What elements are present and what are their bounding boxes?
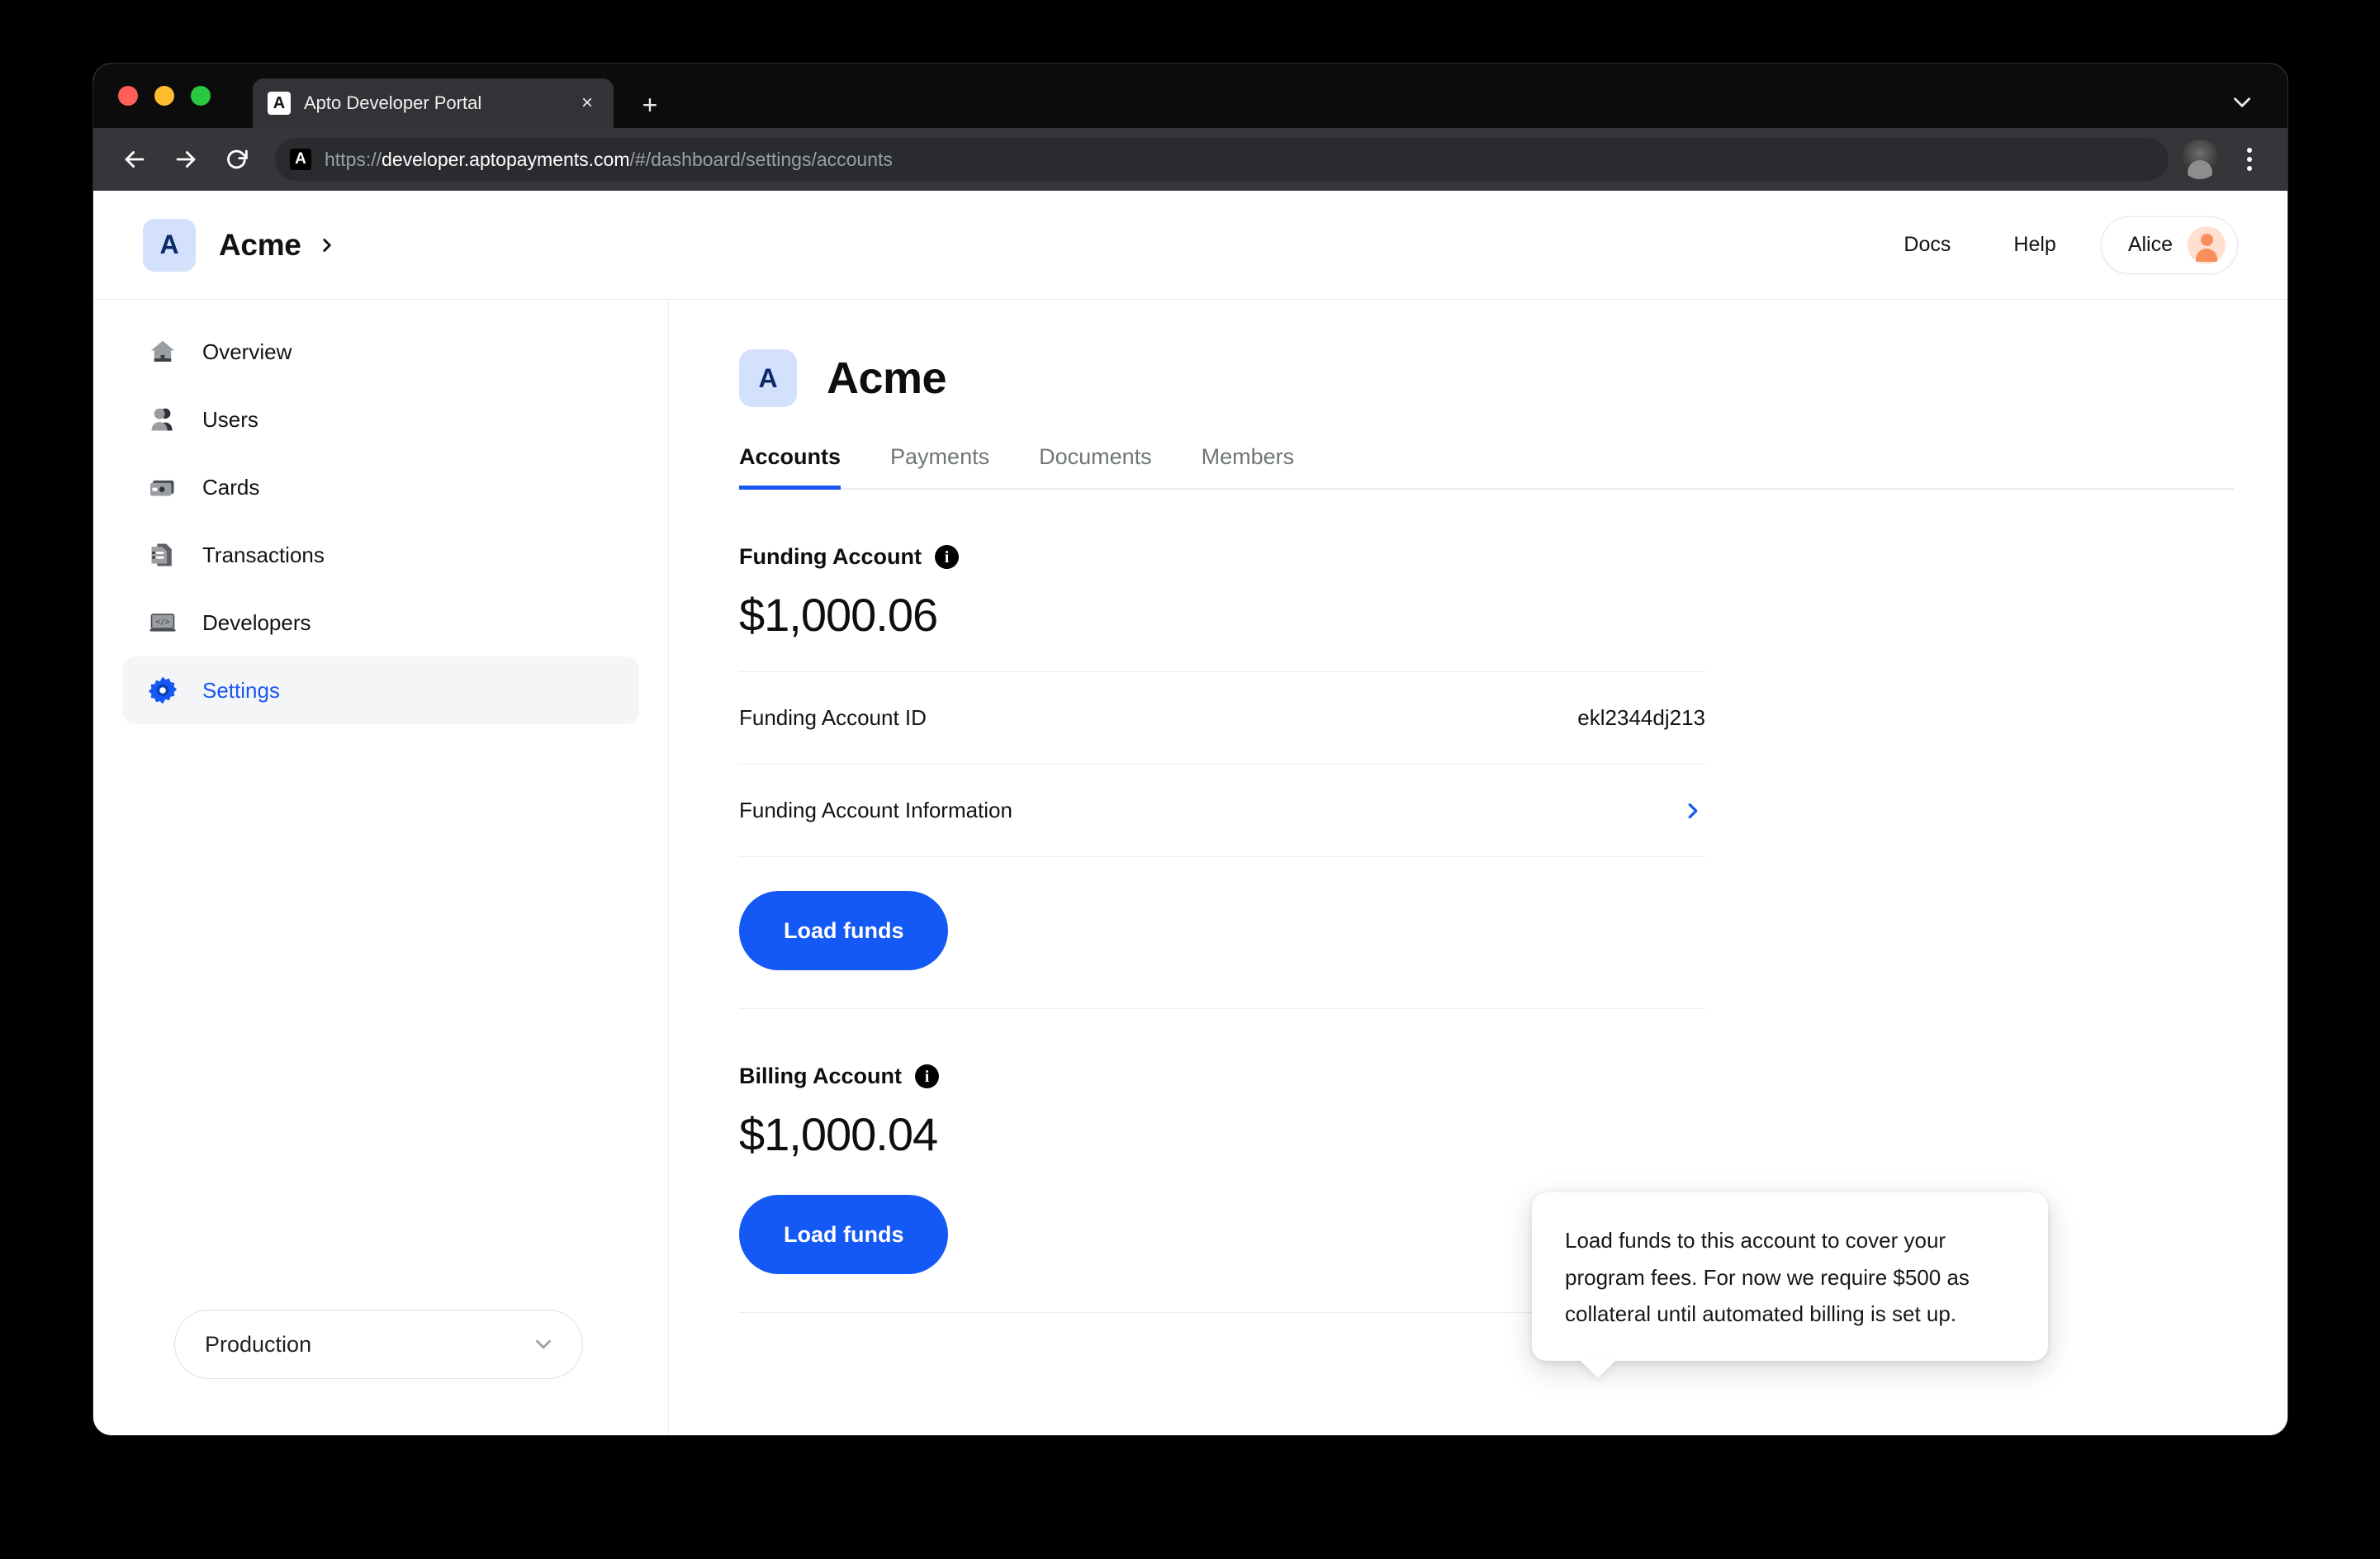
header-actions: Docs Help Alice <box>1872 216 2238 274</box>
app-root: A Acme Docs Help Alice Overview Users Ca… <box>93 191 2288 1435</box>
tab-documents[interactable]: Documents <box>1039 444 1152 488</box>
user-name: Alice <box>2127 233 2173 256</box>
sidebar-item-transactions[interactable]: Transactions <box>122 521 639 589</box>
new-tab-button[interactable]: + <box>637 92 663 118</box>
tab-accounts[interactable]: Accounts <box>739 444 842 490</box>
minimize-window-button[interactable] <box>154 86 174 106</box>
sidebar-item-label: Users <box>202 406 258 432</box>
kebab-dot-icon <box>2247 148 2252 153</box>
app-header: A Acme Docs Help Alice <box>93 191 2288 300</box>
home-icon <box>145 334 181 370</box>
url-path: /#/dashboard/settings/accounts <box>629 148 893 170</box>
row-label: Funding Account ID <box>739 705 927 730</box>
tab-members[interactable]: Members <box>1202 444 1295 488</box>
sidebar-item-label: Transactions <box>202 542 325 567</box>
tooltip-text: Load funds to this account to cover your… <box>1565 1228 1970 1327</box>
org-logo: A <box>143 218 196 272</box>
tab-payments[interactable]: Payments <box>890 444 989 488</box>
sidebar-item-label: Settings <box>202 677 280 703</box>
funding-account-information-row[interactable]: Funding Account Information <box>739 764 1705 856</box>
main-content: A Acme Accounts Payments Documents Membe… <box>669 300 2288 1434</box>
sidebar-item-overview[interactable]: Overview <box>122 318 639 386</box>
billing-account-balance: $1,000.04 <box>739 1108 938 1160</box>
environment-value: Production <box>205 1331 312 1357</box>
funding-account-label: Funding Account <box>739 544 922 569</box>
org-name: Acme <box>219 227 301 262</box>
sidebar-item-label: Cards <box>202 474 260 500</box>
load-funds-tooltip: Load funds to this account to cover your… <box>1532 1192 2048 1362</box>
app-body: Overview Users Cards Transactions </> De… <box>93 300 2288 1434</box>
info-icon[interactable]: i <box>934 545 959 569</box>
kebab-dot-icon <box>2247 166 2252 171</box>
billing-account-label: Billing Account <box>739 1064 902 1088</box>
sidebar-item-label: Developers <box>202 609 311 635</box>
funding-account-balance: $1,000.06 <box>739 589 938 641</box>
url-prefix: https:// <box>325 148 382 170</box>
address-bar-url: https://developer.aptopayments.com/#/das… <box>325 149 893 171</box>
org-switcher-chevron-right-icon[interactable] <box>316 235 338 256</box>
help-link[interactable]: Help <box>1982 233 2087 257</box>
browser-profile-avatar[interactable] <box>2180 140 2220 179</box>
row-label: Funding Account Information <box>739 798 1012 822</box>
gear-icon <box>145 672 181 708</box>
transactions-icon <box>145 537 181 573</box>
funding-load-funds-button[interactable]: Load funds <box>739 891 949 970</box>
sidebar: Overview Users Cards Transactions </> De… <box>93 300 669 1434</box>
chevron-down-icon <box>531 1332 556 1357</box>
info-icon[interactable]: i <box>915 1064 939 1088</box>
table-row: Funding Account ID ekl2344dj213 <box>739 671 1705 764</box>
billing-load-funds-button[interactable]: Load funds <box>739 1195 949 1274</box>
funding-account-rows: Funding Account ID ekl2344dj213 Funding … <box>739 671 1705 857</box>
sidebar-item-cards[interactable]: Cards <box>122 453 639 521</box>
site-favicon-icon: A <box>290 149 311 170</box>
avatar <box>2188 225 2226 264</box>
sidebar-item-label: Overview <box>202 339 292 364</box>
section-divider <box>739 1008 1705 1009</box>
address-bar[interactable]: A https://developer.aptopayments.com/#/d… <box>275 138 2169 181</box>
docs-link[interactable]: Docs <box>1872 233 1982 257</box>
sidebar-item-users[interactable]: Users <box>122 386 639 453</box>
close-window-button[interactable] <box>118 86 138 106</box>
page-title: Acme <box>827 353 947 403</box>
row-value: ekl2344dj213 <box>1577 705 1705 730</box>
developers-icon: </> <box>145 604 181 641</box>
environment-selector[interactable]: Production <box>174 1310 583 1379</box>
content-tabs: Accounts Payments Documents Members <box>739 444 2234 490</box>
card-icon <box>145 469 181 505</box>
forward-button[interactable] <box>164 138 207 181</box>
billing-account-header: Billing Account i <box>739 1064 2288 1089</box>
close-tab-icon[interactable]: × <box>576 93 599 113</box>
sidebar-item-developers[interactable]: </> Developers <box>122 589 639 656</box>
users-icon <box>145 401 181 438</box>
window-controls <box>118 86 211 106</box>
svg-text:</>: </> <box>155 618 170 627</box>
kebab-dot-icon <box>2247 157 2252 162</box>
sidebar-item-settings[interactable]: Settings <box>122 656 639 724</box>
url-host: developer.aptopayments.com <box>382 148 630 170</box>
user-menu-button[interactable]: Alice <box>2100 216 2238 274</box>
browser-tab[interactable]: A Apto Developer Portal × <box>253 78 614 128</box>
page-header: A Acme <box>739 349 2288 407</box>
chevron-right-icon <box>1681 798 1705 823</box>
browser-window: A Apto Developer Portal × + A https://de… <box>93 64 2288 1435</box>
page-logo: A <box>739 349 797 407</box>
back-button[interactable] <box>113 138 156 181</box>
tab-list-chevron-down-icon[interactable] <box>2228 88 2256 121</box>
reload-button[interactable] <box>216 138 258 181</box>
browser-toolbar: A https://developer.aptopayments.com/#/d… <box>93 128 2288 191</box>
maximize-window-button[interactable] <box>191 86 211 106</box>
funding-account-header: Funding Account i <box>739 544 2288 570</box>
tab-title: Apto Developer Portal <box>304 92 482 113</box>
browser-tabstrip: A Apto Developer Portal × + <box>93 64 2288 128</box>
tab-favicon-icon: A <box>268 92 291 115</box>
browser-menu-button[interactable] <box>2231 148 2268 171</box>
